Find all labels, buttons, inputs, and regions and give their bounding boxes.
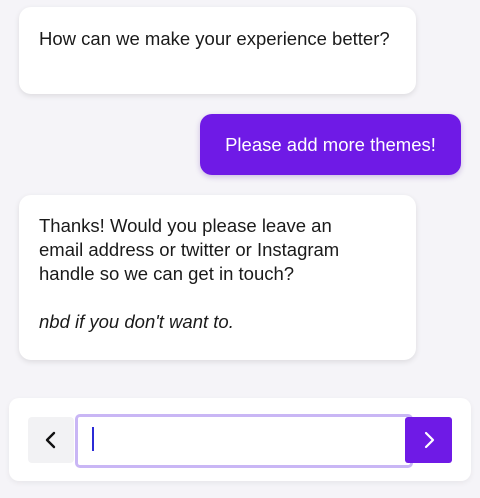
bot-message-bubble: How can we make your experience better? xyxy=(19,7,416,94)
message-spacer xyxy=(39,286,396,310)
user-message-text: Please add more themes! xyxy=(225,133,436,155)
chevron-left-icon xyxy=(45,431,56,449)
message-input-wrapper[interactable] xyxy=(75,414,413,468)
send-button[interactable] xyxy=(405,417,452,463)
bot-message-note: nbd if you don't want to. xyxy=(39,311,234,332)
bot-message-line: handle so we can get in touch? xyxy=(39,263,295,284)
message-input[interactable] xyxy=(82,419,400,459)
bot-message-line: email address or twitter or Instagram xyxy=(39,239,340,260)
bot-message-text: How can we make your experience better? xyxy=(39,28,390,49)
bot-message-bubble: Thanks! Would you please leave an email … xyxy=(19,195,416,360)
chevron-right-icon xyxy=(424,431,434,449)
message-composer xyxy=(9,398,471,481)
user-message-bubble: Please add more themes! xyxy=(200,114,461,175)
bot-message-line: Thanks! Would you please leave an xyxy=(39,215,332,236)
back-button[interactable] xyxy=(28,417,74,463)
text-caret xyxy=(92,427,94,451)
